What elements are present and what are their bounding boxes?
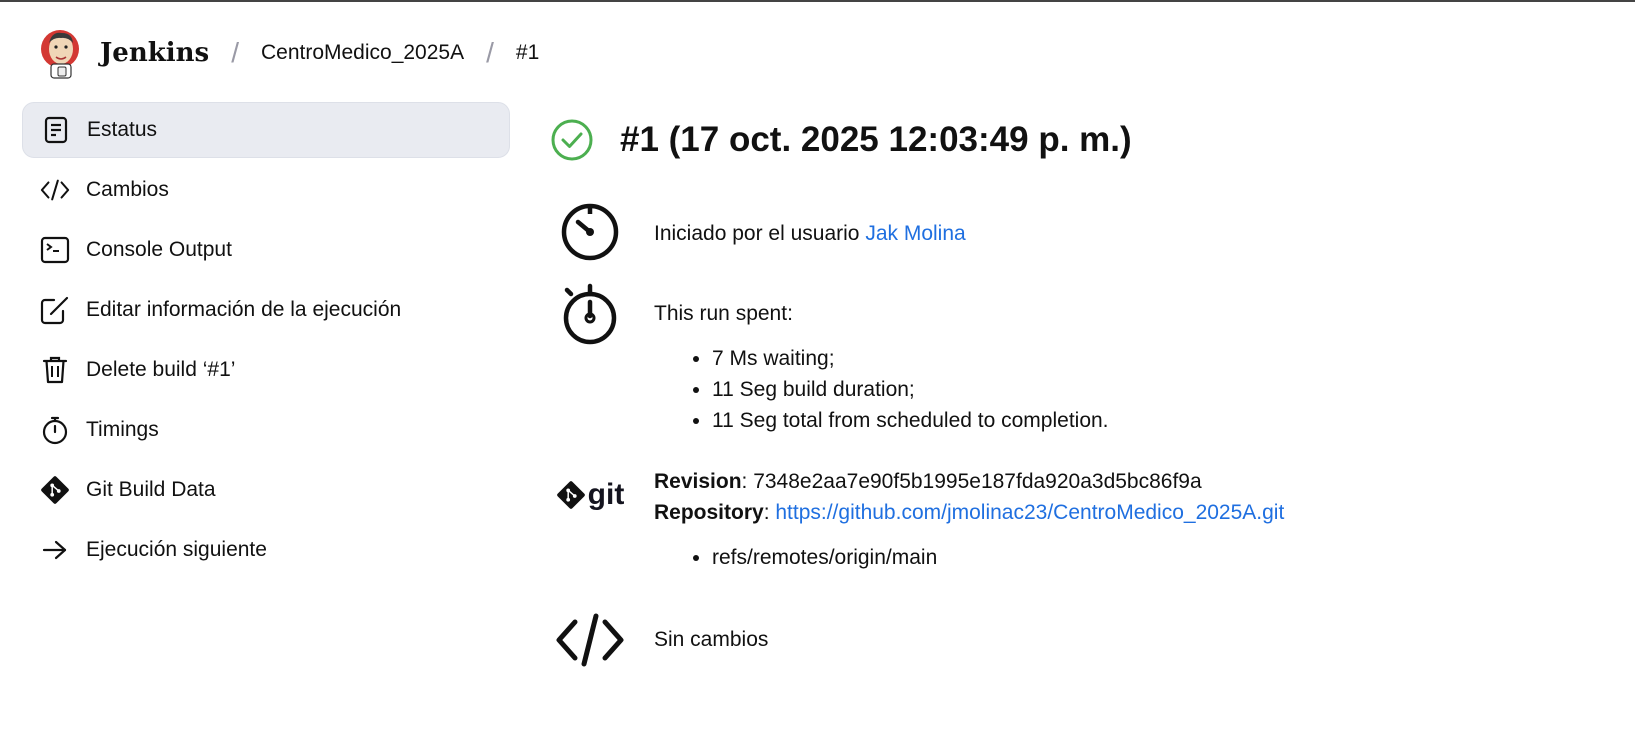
sidebar-item-label: Estatus xyxy=(87,118,158,141)
git-icon xyxy=(556,481,585,509)
stopwatch-icon xyxy=(40,415,70,445)
stopwatch-icon xyxy=(563,283,617,345)
jenkins-logo-icon[interactable] xyxy=(40,27,82,79)
git-icon xyxy=(40,475,70,505)
page-title: #1 (17 oct. 2025 12:03:49 p. m.) xyxy=(620,120,1132,159)
list-item: 7 Ms waiting; xyxy=(712,343,1109,374)
started-by-text: Iniciado por el usuario xyxy=(654,222,860,245)
user-link[interactable]: Jak Molina xyxy=(865,222,965,245)
revision-value: 7348e2aa7e90f5b1995e187fda920a3d5bc86f9a xyxy=(753,470,1202,493)
sidebar-item-ejecucion-siguiente[interactable]: Ejecución siguiente xyxy=(22,522,510,578)
breadcrumb-job[interactable]: CentroMedico_2025A xyxy=(261,41,464,65)
sidebar-item-git-build-data[interactable]: Git Build Data xyxy=(22,462,510,518)
sidebar-item-delete-build[interactable]: Delete build ‘#1’ xyxy=(22,342,510,398)
main-content: #1 (17 oct. 2025 12:03:49 p. m.) Iniciad… xyxy=(550,112,1610,667)
breadcrumb-separator: / xyxy=(231,37,239,68)
breadcrumb-build[interactable]: #1 xyxy=(516,41,539,65)
changes-text: Sin cambios xyxy=(654,628,769,651)
sidebar-item-label: Editar información de la ejecución xyxy=(86,298,402,321)
terminal-icon xyxy=(40,235,70,265)
repository-line: Repository: https://github.com/jmolinac2… xyxy=(654,501,1285,524)
sidebar-item-estatus[interactable]: Estatus xyxy=(22,102,510,158)
revision-line: Revision: 7348e2aa7e90f5b1995e187fda920a… xyxy=(654,470,1202,493)
build-title-row: #1 (17 oct. 2025 12:03:49 p. m.) xyxy=(550,112,1610,168)
brand-title[interactable]: Jenkins xyxy=(100,38,209,68)
edit-icon xyxy=(40,295,70,325)
git-section: git Revision: 7348e2aa7e90f5b1995e187fda… xyxy=(550,466,1284,573)
repository-link[interactable]: https://github.com/jmolinac23/CentroMedi… xyxy=(775,501,1284,524)
document-icon xyxy=(41,115,71,145)
list-item: refs/remotes/origin/main xyxy=(712,542,1284,573)
arrow-right-icon xyxy=(40,535,70,565)
sidebar-item-cambios[interactable]: Cambios xyxy=(22,162,510,218)
sidebar-item-label: Delete build ‘#1’ xyxy=(86,358,236,381)
revision-label: Revision xyxy=(654,470,742,493)
code-icon xyxy=(556,613,624,667)
sidebar-item-label: Console Output xyxy=(86,238,232,261)
sidebar-item-label: Ejecución siguiente xyxy=(86,538,267,561)
success-check-icon xyxy=(551,119,593,161)
user-timer-icon xyxy=(561,203,619,261)
sidebar-item-label: Git Build Data xyxy=(86,478,216,501)
run-spent-list: 7 Ms waiting; 11 Seg build duration; 11 … xyxy=(654,343,1109,436)
breadcrumb-separator: / xyxy=(486,37,494,68)
refs-list: refs/remotes/origin/main xyxy=(654,542,1284,573)
top-bar: Jenkins / CentroMedico_2025A / #1 xyxy=(40,26,539,80)
list-item: 11 Seg total from scheduled to completio… xyxy=(712,405,1109,436)
sidebar: Estatus Cambios Console Output Editar in… xyxy=(22,102,510,582)
sidebar-item-console-output[interactable]: Console Output xyxy=(22,222,510,278)
run-spent-label: This run spent: xyxy=(654,302,793,325)
sidebar-item-label: Cambios xyxy=(86,178,169,201)
sidebar-item-editar[interactable]: Editar información de la ejecución xyxy=(22,282,510,338)
sidebar-item-timings[interactable]: Timings xyxy=(22,402,510,458)
repository-label: Repository xyxy=(654,501,764,524)
code-icon xyxy=(40,175,70,205)
git-logo: git xyxy=(556,478,625,511)
trash-icon xyxy=(40,355,70,385)
git-logo-text: git xyxy=(587,478,625,511)
changes-section: Sin cambios xyxy=(550,612,768,668)
list-item: 11 Seg build duration; xyxy=(712,374,1109,405)
sidebar-item-label: Timings xyxy=(86,418,159,441)
run-time-section: This run spent: 7 Ms waiting; 11 Seg bui… xyxy=(550,282,1109,436)
started-by-section: Iniciado por el usuario Jak Molina xyxy=(550,200,966,264)
